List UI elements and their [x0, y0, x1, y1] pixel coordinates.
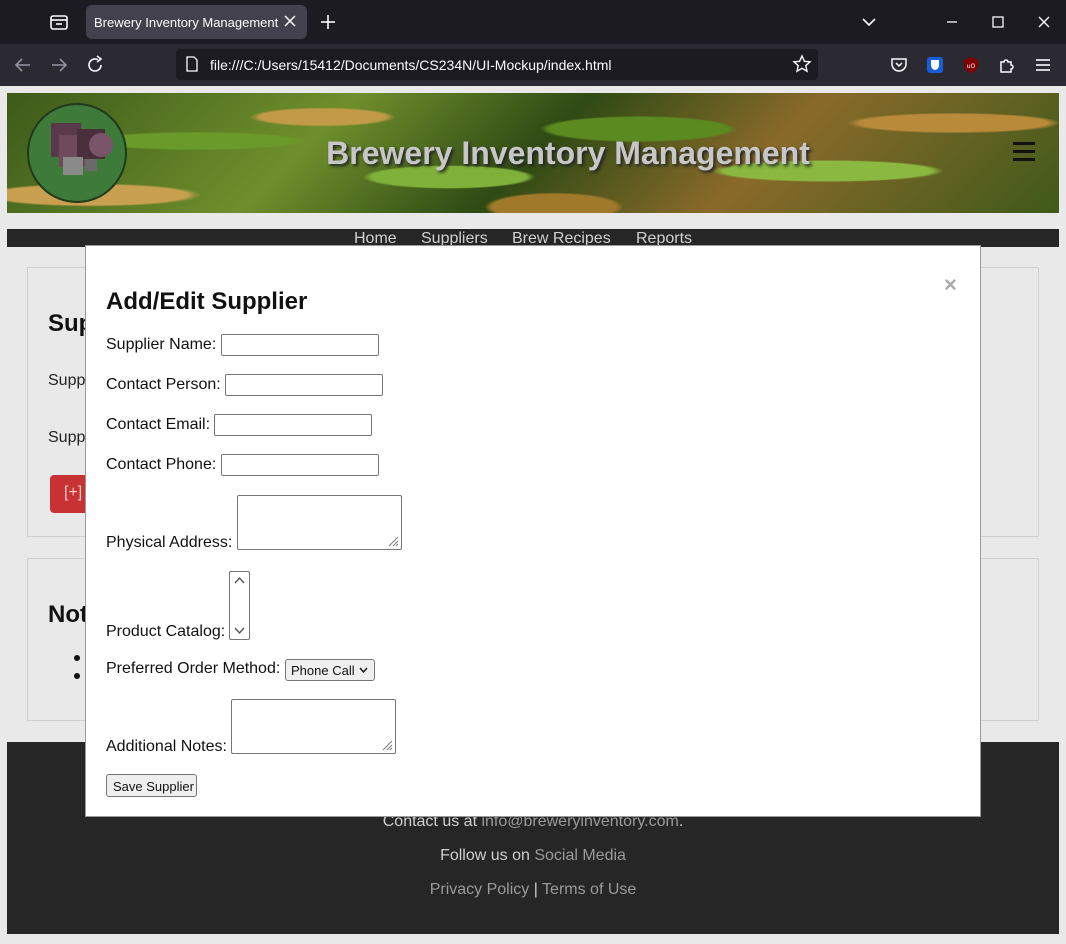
- preferred-order-method-select[interactable]: Phone Call: [285, 659, 375, 681]
- supplier-label: Supp: [48, 429, 86, 446]
- contact-person-label: Contact Person:: [106, 376, 221, 393]
- resize-grip-icon[interactable]: [387, 535, 399, 547]
- svg-text:uO: uO: [967, 63, 976, 70]
- browser-tab-bar: Brewery Inventory Management: [0, 0, 1066, 44]
- modal-title: Add/Edit Supplier: [106, 288, 308, 315]
- contact-email-input[interactable]: [214, 414, 372, 436]
- contact-email-label: Contact Email:: [106, 416, 211, 433]
- page-icon: [186, 56, 198, 72]
- hamburger-menu-icon[interactable]: [1011, 139, 1039, 165]
- physical-address-label: Physical Address:: [106, 534, 233, 551]
- reload-icon[interactable]: [84, 54, 106, 76]
- tab-list-icon[interactable]: [48, 12, 70, 32]
- legal-separator: |: [529, 881, 543, 898]
- product-catalog-listbox[interactable]: [229, 571, 250, 640]
- list-bullet: [74, 655, 80, 661]
- bookmark-star-icon[interactable]: [792, 54, 812, 74]
- extensions-icon[interactable]: [996, 54, 1018, 76]
- maximize-icon[interactable]: [988, 12, 1008, 32]
- follow-prefix: Follow us on: [440, 847, 535, 864]
- new-tab-icon[interactable]: [318, 12, 338, 32]
- supplier-name-input[interactable]: [221, 334, 379, 356]
- footer-follow: Follow us on Social Media: [7, 847, 1059, 865]
- back-icon[interactable]: [12, 54, 34, 76]
- list-bullet: [74, 673, 80, 679]
- tab-title: Brewery Inventory Management: [94, 15, 279, 30]
- forward-icon[interactable]: [48, 54, 70, 76]
- resize-grip-icon[interactable]: [381, 739, 393, 751]
- selected-order-method: Phone Call: [291, 663, 355, 678]
- modal-close-icon[interactable]: ×: [944, 272, 957, 298]
- app-menu-icon[interactable]: [1032, 54, 1054, 76]
- contact-phone-label: Contact Phone:: [106, 456, 217, 473]
- ublock-origin-icon[interactable]: uO: [960, 54, 982, 76]
- scroll-down-icon[interactable]: [234, 627, 245, 635]
- url-text: file:///C:/Users/15412/Documents/CS234N/…: [210, 57, 612, 73]
- supplier-modal: × Add/Edit Supplier Supplier Name: Conta…: [85, 245, 981, 817]
- list-all-tabs-chevron-icon[interactable]: [859, 12, 879, 32]
- site-title: Brewery Inventory Management: [326, 135, 810, 171]
- chevron-down-icon: [359, 667, 368, 673]
- bitwarden-extension-icon[interactable]: [924, 54, 946, 76]
- physical-address-textarea[interactable]: [237, 495, 402, 550]
- preferred-order-method-label: Preferred Order Method:: [106, 660, 281, 677]
- footer-legal: Privacy Policy | Terms of Use: [7, 881, 1059, 899]
- supplier-label: Supp: [48, 372, 86, 389]
- window-close-icon[interactable]: [1034, 12, 1054, 32]
- header-banner: Brewery Inventory Management: [7, 93, 1059, 213]
- social-media-link[interactable]: Social Media: [534, 847, 626, 864]
- scroll-up-icon[interactable]: [234, 576, 245, 584]
- tab-close-icon[interactable]: [281, 12, 299, 30]
- url-bar[interactable]: file:///C:/Users/15412/Documents/CS234N/…: [176, 49, 818, 80]
- additional-notes-label: Additional Notes:: [106, 738, 227, 755]
- pocket-icon[interactable]: [888, 54, 910, 76]
- terms-of-use-link[interactable]: Terms of Use: [542, 881, 636, 898]
- browser-tab[interactable]: Brewery Inventory Management: [86, 5, 307, 39]
- supplier-name-label: Supplier Name:: [106, 336, 217, 353]
- minimize-icon[interactable]: [942, 12, 962, 32]
- contact-phone-input[interactable]: [221, 454, 379, 476]
- save-supplier-button[interactable]: Save Supplier: [106, 774, 197, 797]
- privacy-policy-link[interactable]: Privacy Policy: [430, 881, 530, 898]
- save-supplier-label: Save Supplier: [113, 779, 194, 794]
- additional-notes-textarea[interactable]: [231, 699, 396, 754]
- add-supplier-label: [+]: [64, 484, 83, 501]
- contact-person-input[interactable]: [225, 374, 383, 396]
- notes-heading: Not: [48, 601, 88, 628]
- product-catalog-label: Product Catalog:: [106, 623, 226, 640]
